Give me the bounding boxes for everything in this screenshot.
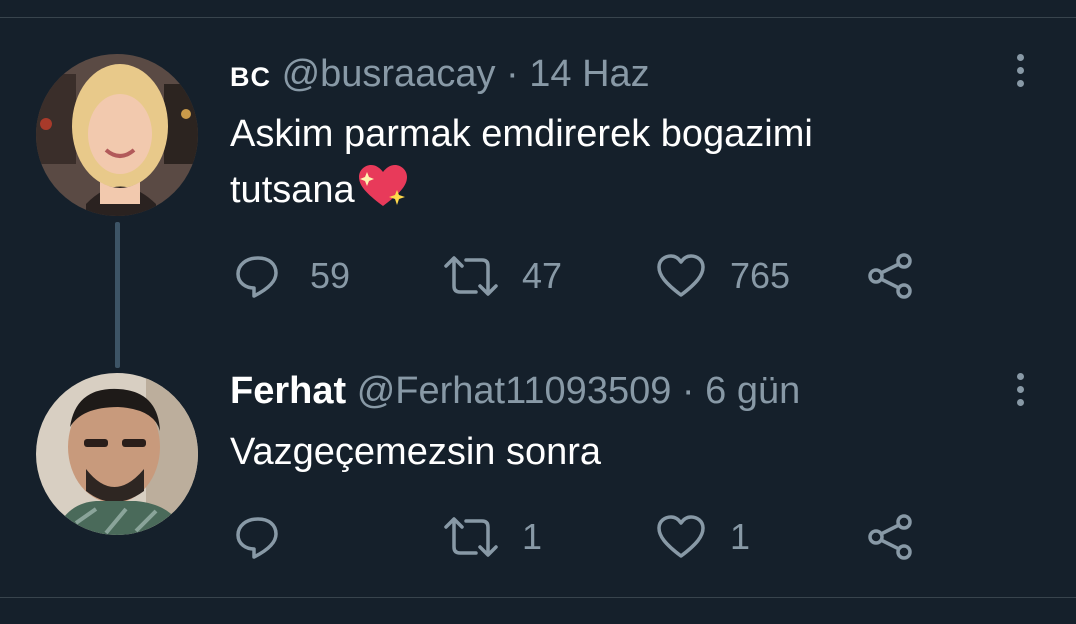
- display-name[interactable]: Ferhat: [230, 370, 346, 412]
- user-handle[interactable]: @busraacay: [282, 53, 496, 95]
- tweet-text: Askim parmak emdirerek bogazimi tutsana: [230, 106, 813, 226]
- share-icon: [868, 253, 912, 299]
- heart-icon: [657, 254, 705, 297]
- share-icon: [868, 514, 912, 560]
- more-options-icon[interactable]: [1008, 48, 1032, 92]
- tweet-text: Vazgeçemezsin sonra: [230, 424, 601, 480]
- separator-dot: ·: [681, 370, 695, 412]
- retweet-count: 1: [522, 516, 543, 557]
- sparkling-heart-emoji: [357, 164, 409, 226]
- tweet-text-fragment: tutsana: [230, 169, 355, 211]
- tweet-text-line: Vazgeçemezsin sonra: [230, 431, 602, 473]
- retweet-count: 47: [522, 255, 563, 296]
- like-count: 1: [730, 516, 751, 557]
- tweet-actions: 59 47 765: [230, 251, 930, 301]
- like-button[interactable]: 765: [656, 251, 790, 301]
- retweet-icon: [444, 256, 498, 296]
- thread-connector: [115, 222, 120, 368]
- display-name[interactable]: BC: [230, 62, 271, 92]
- like-button[interactable]: 1: [656, 512, 750, 562]
- more-options-icon[interactable]: [1008, 367, 1032, 411]
- tweet-time[interactable]: 6 gün: [705, 370, 800, 412]
- user-handle[interactable]: @Ferhat11093509: [357, 370, 672, 412]
- retweet-button[interactable]: 1: [442, 512, 542, 562]
- like-count: 765: [730, 255, 791, 296]
- retweet-icon: [444, 517, 498, 557]
- tweet-text-line: Askim parmak emdirerek bogazimi: [230, 113, 813, 155]
- share-button[interactable]: [866, 251, 914, 301]
- heart-icon: [657, 515, 705, 558]
- reply-icon: [236, 517, 278, 559]
- tweet-text-line: tutsana: [230, 162, 813, 226]
- tweet-header: Ferhat @Ferhat11093509 · 6 gün: [230, 369, 800, 413]
- share-button[interactable]: [866, 512, 914, 562]
- divider: [0, 17, 1076, 18]
- avatar[interactable]: [36, 373, 198, 535]
- reply-icon: [236, 256, 278, 298]
- tweet-time[interactable]: 14 Haz: [529, 53, 649, 95]
- reply-count: 59: [310, 255, 351, 296]
- tweet-header: BC @busraacay · 14 Haz: [230, 52, 650, 99]
- tweet-thread: BC @busraacay · 14 Haz Askim parmak emdi…: [0, 0, 1076, 624]
- avatar[interactable]: [36, 54, 198, 216]
- tweet-actions: 1 1: [230, 512, 930, 562]
- separator-dot: ·: [506, 53, 519, 95]
- divider: [0, 597, 1076, 598]
- reply-button[interactable]: [234, 512, 282, 562]
- reply-button[interactable]: 59: [234, 251, 350, 301]
- retweet-button[interactable]: 47: [442, 251, 562, 301]
